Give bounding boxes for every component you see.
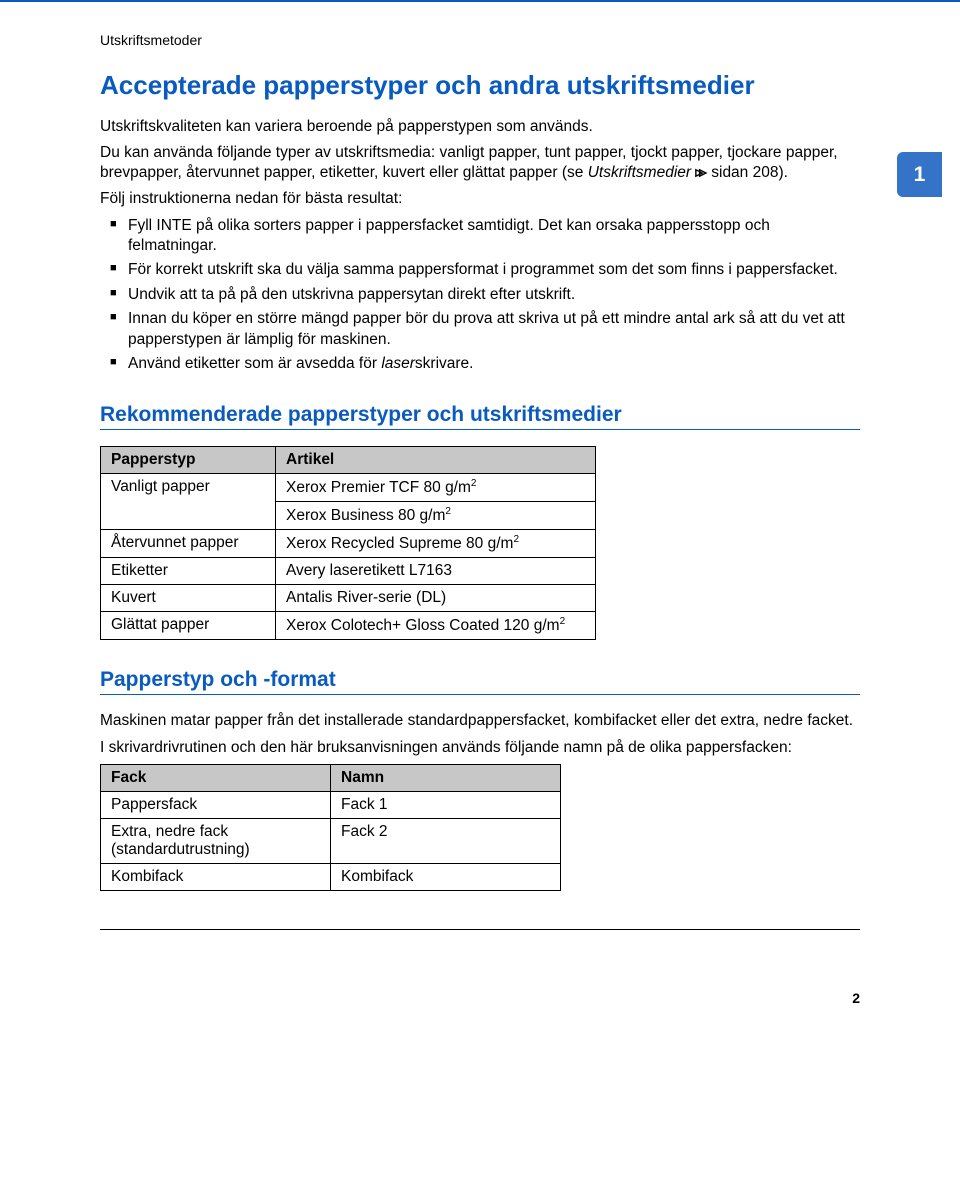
table-row: Pappersfack Fack 1 xyxy=(101,791,561,818)
th-papperstyp: Papperstyp xyxy=(101,446,276,473)
cell: Xerox Recycled Supreme 80 g/m2 xyxy=(276,530,596,558)
page-title: Accepterade papperstyper och andra utskr… xyxy=(100,70,860,101)
chapter-tab: 1 xyxy=(897,152,942,197)
xref-icon: ▹▹ xyxy=(695,164,707,181)
page-number: 2 xyxy=(100,990,860,1006)
table-header-row: Papperstyp Artikel xyxy=(101,446,596,473)
cell-text: Xerox Colotech+ Gloss Coated 120 g/m xyxy=(286,617,560,634)
list-item: Fyll INTE på olika sorters papper i papp… xyxy=(114,216,860,257)
cell-text: Xerox Recycled Supreme 80 g/m xyxy=(286,535,513,552)
cell: Xerox Colotech+ Gloss Coated 120 g/m2 xyxy=(276,612,596,640)
section-heading-recommended: Rekommenderade papperstyper och utskrift… xyxy=(100,403,860,430)
format-paragraph-1: Maskinen matar papper från det installer… xyxy=(100,711,860,731)
table-row: Vanligt papper Xerox Premier TCF 80 g/m2 xyxy=(101,473,596,501)
cell: Fack 2 xyxy=(331,818,561,863)
cell: Xerox Business 80 g/m2 xyxy=(276,501,596,529)
table-row: Glättat papper Xerox Colotech+ Gloss Coa… xyxy=(101,612,596,640)
table-row: Kombifack Kombifack xyxy=(101,863,561,890)
tray-names-table: Fack Namn Pappersfack Fack 1 Extra, nedr… xyxy=(100,764,561,891)
instruction-list: Fyll INTE på olika sorters papper i papp… xyxy=(100,216,860,375)
top-rule xyxy=(0,0,960,2)
cell: Antalis River-serie (DL) xyxy=(276,585,596,612)
list-item: För korrekt utskrift ska du välja samma … xyxy=(114,260,860,280)
intro-paragraph-2: Du kan använda följande typer av utskrif… xyxy=(100,143,860,183)
sup: 2 xyxy=(471,478,477,489)
table-row: Extra, nedre fack (standardutrustning) F… xyxy=(101,818,561,863)
cell: Glättat papper xyxy=(101,612,276,640)
intro2-part-c: sidan 208). xyxy=(707,164,788,181)
breadcrumb: Utskriftsmetoder xyxy=(100,32,860,48)
cell: Etiketter xyxy=(101,558,276,585)
cell: Vanligt papper xyxy=(101,473,276,529)
cell: Avery laseretikett L7163 xyxy=(276,558,596,585)
table-header-row: Fack Namn xyxy=(101,764,561,791)
li5-a: Använd etiketter som är avsedda för xyxy=(128,355,381,372)
table-row: Kuvert Antalis River-serie (DL) xyxy=(101,585,596,612)
format-paragraph-2: I skrivardrivrutinen och den här bruksan… xyxy=(100,738,860,758)
list-item: Innan du köper en större mängd papper bö… xyxy=(114,309,860,350)
cell-text: Xerox Premier TCF 80 g/m xyxy=(286,479,471,496)
sup: 2 xyxy=(513,534,519,545)
cell: Återvunnet papper xyxy=(101,530,276,558)
section-heading-format: Papperstyp och -format xyxy=(100,668,860,695)
cell: Pappersfack xyxy=(101,791,331,818)
table-row: Återvunnet papper Xerox Recycled Supreme… xyxy=(101,530,596,558)
list-item: Använd etiketter som är avsedda för lase… xyxy=(114,354,860,374)
page-content: 1 Utskriftsmetoder Accepterade pappersty… xyxy=(0,32,960,929)
cell: Fack 1 xyxy=(331,791,561,818)
th-artikel: Artikel xyxy=(276,446,596,473)
cell: Kuvert xyxy=(101,585,276,612)
li5-b: skrivare. xyxy=(415,355,474,372)
table-row: Etiketter Avery laseretikett L7163 xyxy=(101,558,596,585)
intro-paragraph-1: Utskriftskvaliteten kan variera beroende… xyxy=(100,117,860,137)
sup: 2 xyxy=(560,616,566,627)
footer-rule xyxy=(100,929,860,930)
th-namn: Namn xyxy=(331,764,561,791)
cell: Kombifack xyxy=(101,863,331,890)
cell: Kombifack xyxy=(331,863,561,890)
li5-italic: laser xyxy=(381,355,415,372)
sup: 2 xyxy=(445,506,451,517)
follow-heading: Följ instruktionerna nedan för bästa res… xyxy=(100,189,860,209)
list-item: Undvik att ta på på den utskrivna papper… xyxy=(114,285,860,305)
cell: Xerox Premier TCF 80 g/m2 xyxy=(276,473,596,501)
intro2-link-text: Utskriftsmedier xyxy=(588,164,691,181)
cell-text: Xerox Business 80 g/m xyxy=(286,507,445,524)
cell: Extra, nedre fack (standardutrustning) xyxy=(101,818,331,863)
th-fack: Fack xyxy=(101,764,331,791)
paper-types-table: Papperstyp Artikel Vanligt papper Xerox … xyxy=(100,446,596,641)
